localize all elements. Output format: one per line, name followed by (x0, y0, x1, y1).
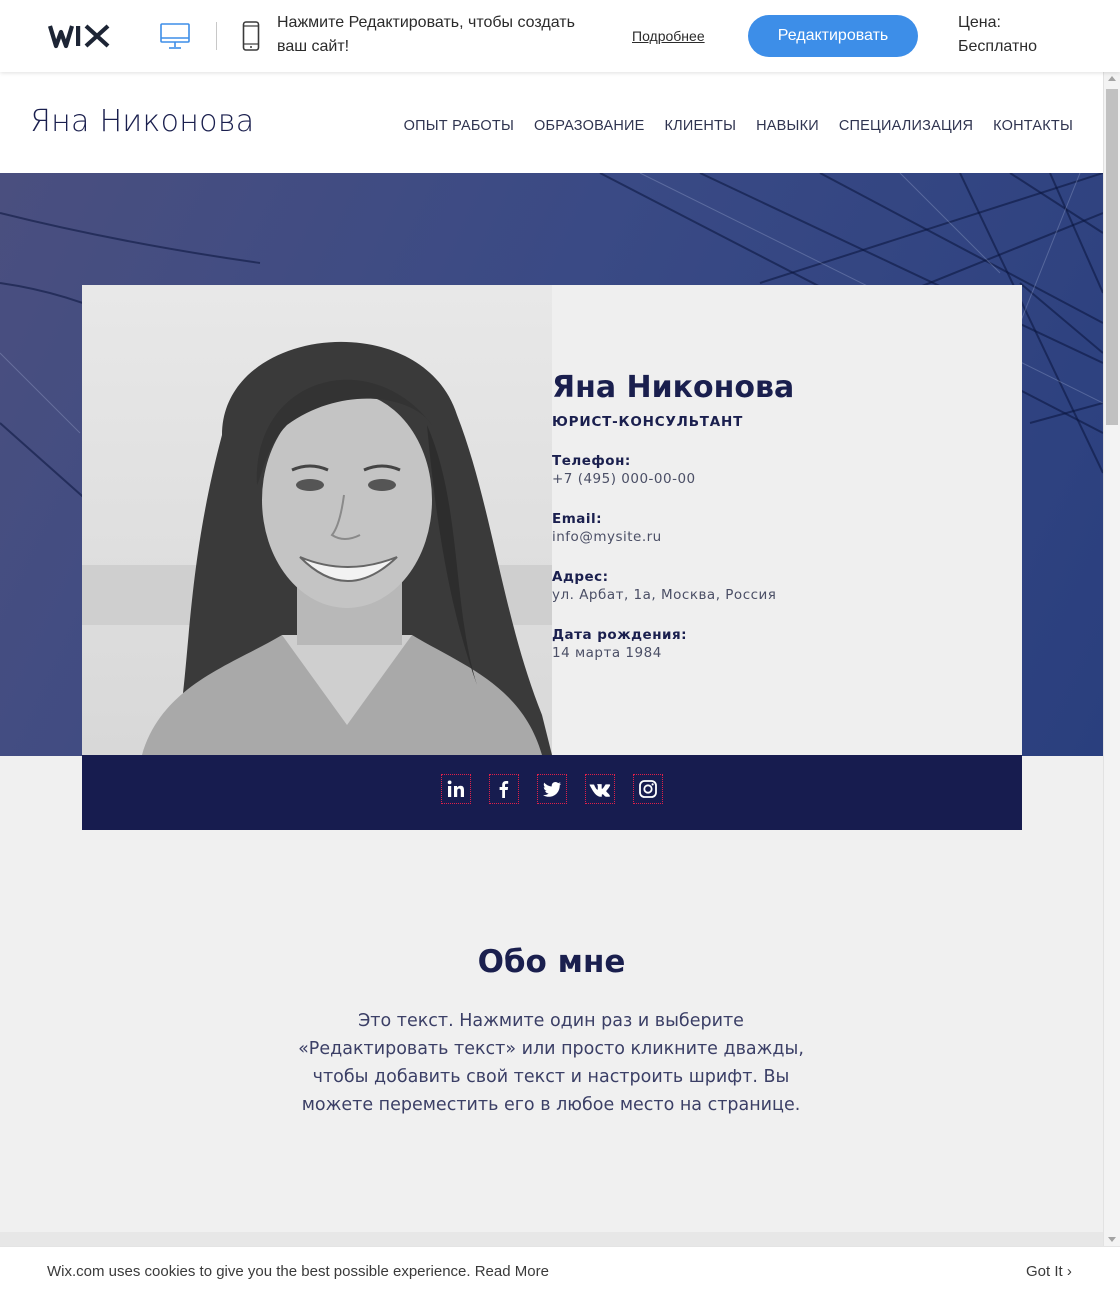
info-label: Дата рождения: (552, 627, 688, 643)
desktop-icon[interactable] (160, 22, 190, 50)
info-value: ул. Арбат, 1а, Москва, Россия (552, 587, 777, 603)
cookie-read-more-link[interactable]: Read More (475, 1263, 549, 1280)
about-title: Обо мне (477, 944, 626, 980)
scroll-thumb[interactable] (1106, 89, 1118, 425)
info-label: Телефон: (552, 453, 631, 469)
info-email: Email: info@mysite.ru (552, 510, 972, 546)
price-value: Бесплатно (958, 38, 1038, 55)
linkedin-icon[interactable] (441, 774, 471, 804)
scroll-up-arrow-icon[interactable] (1108, 76, 1116, 81)
nav-item-specialization[interactable]: СПЕЦИАЛИЗАЦИЯ (839, 118, 973, 134)
info-value: 14 марта 1984 (552, 645, 662, 661)
cookie-message: Wix.com uses cookies to give you the bes… (47, 1263, 549, 1280)
facebook-icon[interactable] (489, 774, 519, 804)
about-text: Это текст. Нажмите один раз и выберите «… (298, 1011, 804, 1115)
info-value: +7 (495) 000-00-00 (552, 471, 696, 487)
price-label: Цена: (958, 14, 1001, 31)
device-separator (216, 22, 217, 50)
wix-message: Нажмите Редактировать, чтобы создать ваш… (277, 14, 575, 55)
nav-item-experience[interactable]: ОПЫТ РАБОТЫ (404, 118, 514, 134)
info-address: Адрес: ул. Арбат, 1а, Москва, Россия (552, 568, 972, 604)
site-header: Яна Никонова ОПЫТ РАБОТЫ ОБРАЗОВАНИЕ КЛИ… (0, 72, 1103, 173)
info-phone: Телефон: +7 (495) 000-00-00 (552, 452, 972, 488)
cookie-accept-label: Got It (1026, 1263, 1063, 1280)
cookie-text: Wix.com uses cookies to give you the bes… (47, 1263, 471, 1280)
learn-more-link[interactable]: Подробнее (632, 28, 705, 44)
chevron-right-icon: › (1066, 1263, 1072, 1280)
twitter-icon[interactable] (537, 774, 567, 804)
profile-name: Яна Никонова (552, 370, 795, 405)
site-title[interactable]: Яна Никонова (30, 104, 254, 139)
social-bar (82, 755, 1022, 830)
edit-button[interactable]: Редактировать (748, 15, 918, 57)
nav-item-skills[interactable]: НАВЫКИ (756, 118, 819, 134)
info-birthdate: Дата рождения: 14 марта 1984 (552, 626, 972, 662)
info-label: Email: (552, 511, 603, 527)
section-divider (0, 1232, 1103, 1246)
scroll-down-arrow-icon[interactable] (1108, 1237, 1116, 1242)
wix-logo[interactable] (48, 20, 112, 52)
instagram-icon[interactable] (633, 774, 663, 804)
vk-icon[interactable] (585, 774, 615, 804)
wix-top-bar: Нажмите Редактировать, чтобы создать ваш… (0, 0, 1120, 72)
nav-item-contacts[interactable]: КОНТАКТЫ (993, 118, 1073, 134)
cookie-banner: Wix.com uses cookies to give you the bes… (0, 1246, 1120, 1294)
profile-role: ЮРИСТ-КОНСУЛЬТАНТ (552, 414, 744, 430)
scrollbar[interactable] (1103, 72, 1120, 1246)
main-nav: ОПЫТ РАБОТЫ ОБРАЗОВАНИЕ КЛИЕНТЫ НАВЫКИ С… (404, 118, 1073, 134)
info-label: Адрес: (552, 569, 609, 585)
profile-info: Яна Никонова ЮРИСТ-КОНСУЛЬТАНТ Телефон: … (552, 370, 972, 662)
price-info: Цена: Бесплатно (958, 11, 1037, 59)
nav-item-education[interactable]: ОБРАЗОВАНИЕ (534, 118, 645, 134)
portrait-photo (82, 285, 552, 755)
mobile-icon[interactable] (242, 21, 260, 51)
cookie-accept-button[interactable]: Got It › (1026, 1263, 1072, 1280)
info-value[interactable]: info@mysite.ru (552, 528, 972, 546)
social-icons (441, 774, 663, 804)
nav-item-clients[interactable]: КЛИЕНТЫ (665, 118, 737, 134)
